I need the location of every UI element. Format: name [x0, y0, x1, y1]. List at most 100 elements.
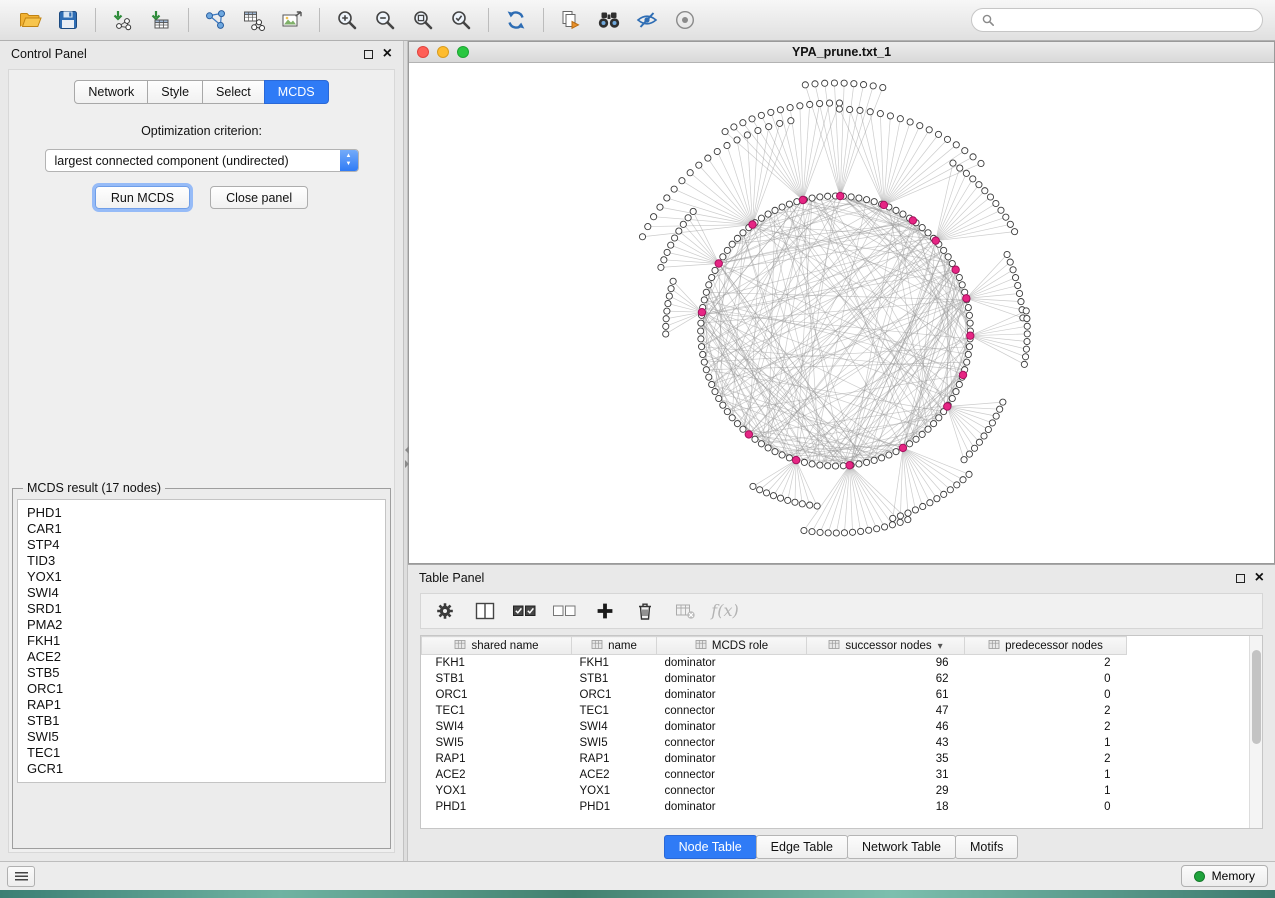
- network-node[interactable]: [763, 490, 769, 496]
- network-node[interactable]: [768, 109, 774, 115]
- network-node[interactable]: [941, 247, 947, 253]
- table-tab-edge-table[interactable]: Edge Table: [756, 835, 848, 859]
- network-node[interactable]: [1022, 354, 1028, 360]
- network-node[interactable]: [956, 381, 962, 387]
- image-export-button[interactable]: [274, 5, 310, 35]
- network-node[interactable]: [664, 195, 670, 201]
- network-node[interactable]: [966, 344, 972, 350]
- network-node[interactable]: [1024, 315, 1030, 321]
- network-node[interactable]: [785, 497, 791, 503]
- network-node[interactable]: [788, 118, 794, 124]
- network-node[interactable]: [912, 507, 918, 513]
- show-eye-button[interactable]: [667, 5, 703, 35]
- network-node[interactable]: [670, 278, 676, 284]
- network-node[interactable]: [917, 123, 923, 129]
- network-node[interactable]: [970, 154, 976, 160]
- network-node[interactable]: [799, 501, 805, 507]
- mcds-result-item[interactable]: STP4: [27, 537, 376, 553]
- network-node[interactable]: [871, 199, 877, 205]
- network-node[interactable]: [993, 200, 999, 206]
- mcds-hub-node[interactable]: [880, 201, 887, 208]
- table-float-panel-icon[interactable]: [1236, 574, 1245, 583]
- network-node[interactable]: [841, 530, 847, 536]
- network-node[interactable]: [779, 204, 785, 210]
- zoom-fit-button[interactable]: [405, 5, 441, 35]
- network-node[interactable]: [706, 374, 712, 380]
- network-node[interactable]: [907, 441, 913, 447]
- column-header-successor-nodes[interactable]: successor nodes▾: [807, 637, 965, 655]
- network-node[interactable]: [1010, 267, 1016, 273]
- network-node[interactable]: [724, 142, 730, 148]
- network-node[interactable]: [949, 395, 955, 401]
- mcds-result-item[interactable]: SWI5: [27, 729, 376, 745]
- network-node[interactable]: [987, 194, 993, 200]
- clone-network-button[interactable]: [553, 5, 589, 35]
- network-node[interactable]: [849, 529, 855, 535]
- mcds-result-item[interactable]: SRD1: [27, 601, 376, 617]
- network-node[interactable]: [765, 445, 771, 451]
- network-node[interactable]: [703, 367, 709, 373]
- mcds-hub-node[interactable]: [799, 196, 806, 203]
- network-node[interactable]: [856, 461, 862, 467]
- network-node[interactable]: [786, 455, 792, 461]
- network-node[interactable]: [935, 131, 941, 137]
- maximize-window-icon[interactable]: [457, 46, 469, 58]
- float-panel-icon[interactable]: [364, 50, 373, 59]
- network-node[interactable]: [877, 110, 883, 116]
- mcds-result-item[interactable]: STB1: [27, 713, 376, 729]
- network-node[interactable]: [734, 421, 740, 427]
- mcds-hub-node[interactable]: [967, 332, 974, 339]
- mcds-result-item[interactable]: TEC1: [27, 745, 376, 761]
- network-node[interactable]: [801, 459, 807, 465]
- column-header-shared-name[interactable]: shared name: [422, 637, 572, 655]
- network-node[interactable]: [777, 120, 783, 126]
- mcds-result-item[interactable]: SWI4: [27, 585, 376, 601]
- table-close-panel-icon[interactable]: ×: [1255, 570, 1264, 586]
- mcds-result-item[interactable]: ORC1: [27, 681, 376, 697]
- network-node[interactable]: [679, 178, 685, 184]
- network-node[interactable]: [779, 452, 785, 458]
- network-node[interactable]: [696, 162, 702, 168]
- network-node[interactable]: [664, 249, 670, 255]
- network-node[interactable]: [966, 471, 972, 477]
- network-node[interactable]: [729, 241, 735, 247]
- table-row[interactable]: RAP1RAP1dominator352: [422, 751, 1127, 767]
- network-node[interactable]: [734, 235, 740, 241]
- network-node[interactable]: [663, 323, 669, 329]
- network-node[interactable]: [777, 107, 783, 113]
- network-node[interactable]: [671, 186, 677, 192]
- network-node[interactable]: [880, 84, 886, 90]
- table-row[interactable]: FKH1FKH1dominator962: [422, 655, 1127, 671]
- network-node[interactable]: [953, 388, 959, 394]
- network-node[interactable]: [703, 289, 709, 295]
- network-node[interactable]: [919, 431, 925, 437]
- network-node[interactable]: [817, 194, 823, 200]
- network-node[interactable]: [1003, 214, 1009, 220]
- network-table-button[interactable]: [236, 5, 272, 35]
- mcds-result-item[interactable]: PMA2: [27, 617, 376, 633]
- network-node[interactable]: [716, 395, 722, 401]
- network-node[interactable]: [672, 235, 678, 241]
- network-node[interactable]: [836, 106, 842, 112]
- network-node[interactable]: [698, 336, 704, 342]
- network-node[interactable]: [772, 449, 778, 455]
- network-canvas[interactable]: [409, 63, 1274, 563]
- close-panel-icon[interactable]: ×: [383, 46, 392, 62]
- network-node[interactable]: [826, 100, 832, 106]
- close-window-icon[interactable]: [417, 46, 429, 58]
- network-node[interactable]: [881, 524, 887, 530]
- network-node[interactable]: [825, 463, 831, 469]
- network-node[interactable]: [724, 409, 730, 415]
- network-button[interactable]: [198, 5, 234, 35]
- open-button[interactable]: [12, 5, 48, 35]
- network-node[interactable]: [981, 433, 987, 439]
- network-node[interactable]: [870, 83, 876, 89]
- network-node[interactable]: [809, 461, 815, 467]
- column-header-predecessor-nodes[interactable]: predecessor nodes: [965, 637, 1127, 655]
- network-node[interactable]: [833, 530, 839, 536]
- network-node[interactable]: [772, 207, 778, 213]
- network-node[interactable]: [661, 257, 667, 263]
- network-node[interactable]: [1016, 290, 1022, 296]
- network-node[interactable]: [755, 127, 761, 133]
- optimization-criterion-select[interactable]: largest connected component (undirected)…: [45, 149, 359, 172]
